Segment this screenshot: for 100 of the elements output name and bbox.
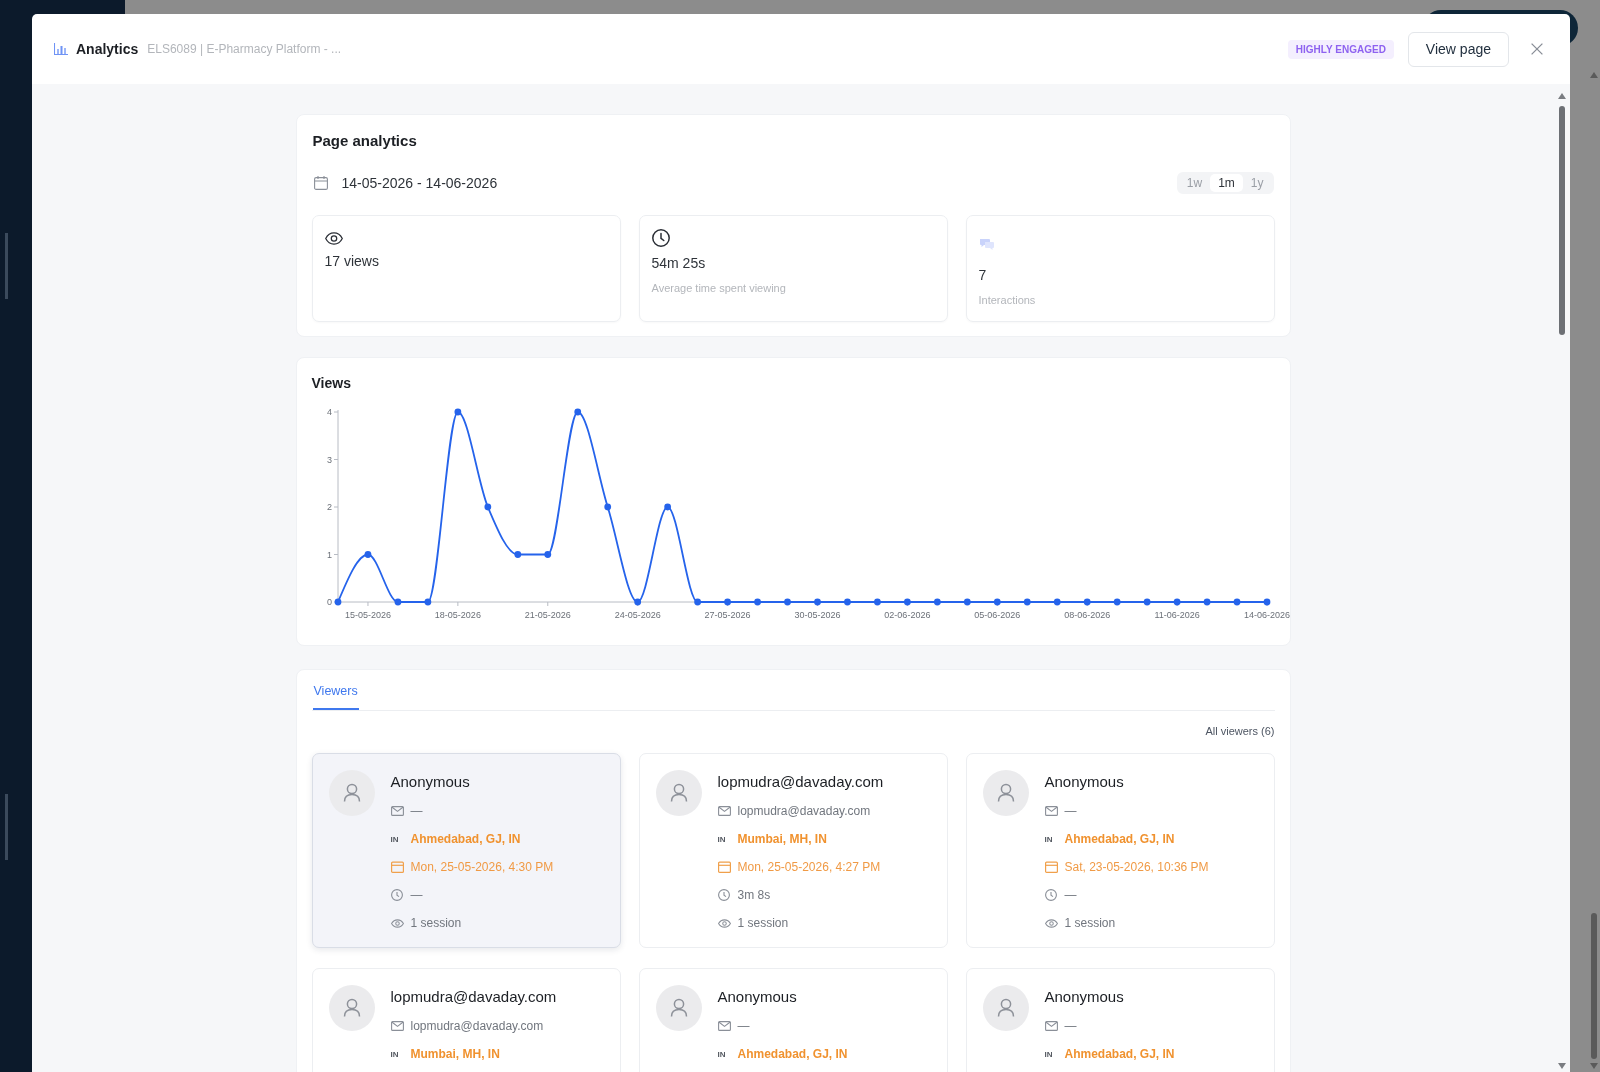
- data-point: [1113, 598, 1121, 606]
- envelope-icon: [390, 1021, 404, 1031]
- data-point: [334, 598, 341, 606]
- country-code: IN: [1044, 1049, 1054, 1059]
- data-point: [873, 598, 881, 606]
- data-point: [783, 598, 791, 606]
- data-point: [843, 598, 851, 606]
- data-point: [633, 598, 641, 606]
- x-tick-label: 15-05-2026: [344, 610, 391, 620]
- viewer-card[interactable]: Anonymous — IN Ahmedabad, GJ, IN: [965, 968, 1275, 1072]
- viewer-email: lopmudra@davaday.com: [410, 1019, 544, 1033]
- data-point: [513, 551, 521, 558]
- viewer-card[interactable]: Anonymous — IN Ahmedabad, GJ, IN Mon, 25-05-2026, 4:30 PM — 1 session: [311, 753, 621, 948]
- viewer-name: Anonymous: [1044, 987, 1125, 1007]
- avatar-icon: [328, 985, 375, 1031]
- y-tick-label: 0: [326, 597, 332, 607]
- envelope-icon: [1044, 806, 1058, 816]
- dialog-subtitle: ELS6089 | E-Pharmacy Platform - ...: [147, 42, 342, 56]
- calendar-icon: [1044, 861, 1058, 873]
- data-point: [603, 503, 611, 511]
- page-scrollbar-thumb[interactable]: [1591, 913, 1597, 1059]
- clock-icon: [651, 229, 670, 247]
- avatar-icon: [655, 770, 702, 816]
- scroll-down-icon[interactable]: [1558, 1063, 1566, 1069]
- scroll-up-icon[interactable]: [1590, 72, 1598, 78]
- scrollbar-thumb[interactable]: [1559, 106, 1565, 335]
- avatar-icon: [328, 770, 375, 816]
- calendar-icon: [390, 861, 404, 873]
- stat-caption: Interactions: [978, 293, 1036, 307]
- data-point: [693, 598, 701, 606]
- range-tab[interactable]: 1m: [1210, 174, 1243, 192]
- data-point: [1143, 598, 1151, 606]
- x-tick-label: 14-06-2026: [1243, 610, 1290, 620]
- viewer-name: lopmudra@davaday.com: [390, 987, 557, 1007]
- x-tick-label: 21-05-2026: [524, 610, 571, 620]
- data-point: [723, 598, 731, 606]
- viewer-location: Ahmedabad, GJ, IN: [1064, 832, 1175, 846]
- data-point: [543, 551, 551, 558]
- scroll-down-icon[interactable]: [1590, 1063, 1598, 1069]
- view-page-button[interactable]: View page: [1407, 31, 1509, 67]
- data-point: [1083, 598, 1091, 606]
- viewer-location: Ahmedabad, GJ, IN: [410, 832, 521, 846]
- chat-bubble-icon: [978, 238, 995, 250]
- bar-chart-icon: [54, 43, 68, 55]
- viewer-card[interactable]: lopmudra@davaday.com lopmudra@davaday.com IN Mumbai, MH, IN Mon, 25-05-2026, 4:27 PM 3m 8s 1 session: [638, 753, 948, 948]
- viewer-email: lopmudra@davaday.com: [737, 804, 871, 818]
- eye-icon: [1044, 918, 1058, 928]
- data-point: [1263, 598, 1270, 606]
- avatar-icon: [982, 985, 1029, 1031]
- x-tick-label: 08-06-2026: [1063, 610, 1110, 620]
- x-tick-label: 18-05-2026: [434, 610, 481, 620]
- scroll-up-icon[interactable]: [1558, 93, 1566, 99]
- envelope-icon: [717, 806, 731, 816]
- country-code: IN: [390, 834, 400, 844]
- viewer-name: Anonymous: [717, 987, 798, 1007]
- viewer-email: —: [737, 1019, 750, 1033]
- close-icon[interactable]: [1531, 43, 1543, 55]
- stat-value: 7: [978, 266, 987, 285]
- data-point: [993, 598, 1001, 606]
- viewer-sessions: 1 session: [410, 916, 462, 930]
- viewer-email: —: [1064, 1019, 1077, 1033]
- stat-value: 17 views: [324, 252, 379, 271]
- viewer-last-seen: Mon, 25-05-2026, 4:27 PM: [737, 860, 881, 874]
- eye-icon: [717, 918, 731, 928]
- all-viewers-link[interactable]: All viewers (6): [1205, 724, 1275, 738]
- viewer-sessions: 1 session: [1064, 916, 1116, 930]
- data-point: [813, 598, 821, 606]
- date-range[interactable]: 14-05-2026 - 14-06-2026: [341, 175, 498, 191]
- calendar-icon[interactable]: [313, 176, 328, 190]
- clock-icon: [390, 889, 403, 901]
- data-point: [573, 408, 581, 416]
- card-title: Page analytics: [311, 131, 418, 151]
- data-point: [1233, 598, 1240, 606]
- data-point: [963, 598, 971, 606]
- viewer-card[interactable]: Anonymous — IN Ahmedabad, GJ, IN Sat, 23-05-2026, 10:36 PM — 1 session: [965, 753, 1275, 948]
- envelope-icon: [390, 806, 404, 816]
- viewer-card[interactable]: lopmudra@davaday.com lopmudra@davaday.com IN Mumbai, MH, IN: [311, 968, 621, 1072]
- data-point: [903, 598, 911, 606]
- calendar-icon: [717, 861, 731, 873]
- viewer-location: Ahmedabad, GJ, IN: [737, 1047, 848, 1061]
- y-tick-label: 1: [326, 549, 332, 560]
- data-point: [394, 598, 401, 606]
- y-tick-label: 3: [326, 454, 332, 465]
- viewers-tab[interactable]: Viewers: [312, 683, 359, 710]
- engagement-badge: HIGHLY ENGAGED: [1287, 39, 1394, 59]
- envelope-icon: [1044, 1021, 1058, 1031]
- country-code: IN: [390, 1049, 400, 1059]
- country-code: IN: [1044, 834, 1054, 844]
- viewer-location: Ahmedabad, GJ, IN: [1064, 1047, 1175, 1061]
- eye-icon: [324, 232, 343, 245]
- viewer-duration: —: [410, 888, 423, 902]
- data-point: [1053, 598, 1061, 606]
- dialog-title: Analytics: [76, 41, 139, 57]
- data-point: [1173, 598, 1180, 606]
- viewer-card[interactable]: Anonymous — IN Ahmedabad, GJ, IN: [638, 968, 948, 1072]
- x-tick-label: 05-06-2026: [973, 610, 1020, 620]
- stat-value: 54m 25s: [651, 254, 706, 273]
- eye-icon: [390, 918, 404, 928]
- avatar-icon: [655, 985, 702, 1031]
- x-tick-label: 27-05-2026: [704, 610, 751, 620]
